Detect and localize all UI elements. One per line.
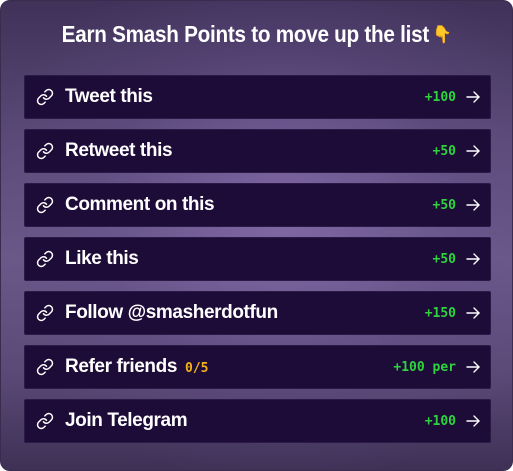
task-row-tweet[interactable]: Tweet this +100 bbox=[24, 75, 491, 119]
task-points: +100 bbox=[424, 89, 456, 105]
arrow-right-icon bbox=[466, 415, 480, 427]
link-icon bbox=[36, 304, 54, 322]
task-label: Join Telegram bbox=[65, 410, 188, 431]
link-icon bbox=[36, 88, 54, 106]
task-points: +150 bbox=[424, 305, 456, 321]
task-list: Tweet this +100 Retweet this +50 Comment… bbox=[24, 75, 491, 453]
task-row-follow[interactable]: Follow @smasherdotfun +150 bbox=[24, 291, 491, 335]
arrow-right-icon bbox=[466, 199, 480, 211]
task-points: +50 bbox=[432, 251, 456, 267]
link-icon bbox=[36, 250, 54, 268]
task-points: +100 bbox=[424, 413, 456, 429]
point-down-emoji-icon: 👇 bbox=[432, 25, 452, 45]
task-row-telegram[interactable]: Join Telegram +100 bbox=[24, 399, 491, 443]
task-row-comment[interactable]: Comment on this +50 bbox=[24, 183, 491, 227]
link-icon bbox=[36, 142, 54, 160]
link-icon bbox=[36, 412, 54, 430]
earn-points-panel: Earn Smash Points to move up the list 👇 T… bbox=[0, 0, 513, 471]
arrow-right-icon bbox=[466, 307, 480, 319]
task-row-refer[interactable]: Refer friends 0/5 +100 per bbox=[24, 345, 491, 389]
task-label: Comment on this bbox=[65, 194, 215, 215]
task-label: Follow @smasherdotfun bbox=[65, 302, 278, 323]
task-points: +50 bbox=[432, 197, 456, 213]
task-label: Refer friends bbox=[65, 356, 178, 377]
task-label: Like this bbox=[65, 248, 139, 269]
task-points: +100 per bbox=[393, 359, 456, 375]
task-points: +50 bbox=[432, 143, 456, 159]
panel-title: Earn Smash Points to move up the list 👇 bbox=[27, 21, 487, 55]
arrow-right-icon bbox=[466, 91, 480, 103]
arrow-right-icon bbox=[466, 361, 480, 373]
link-icon bbox=[36, 358, 54, 376]
arrow-right-icon bbox=[466, 145, 480, 157]
arrow-right-icon bbox=[466, 253, 480, 265]
panel-title-text: Earn Smash Points to move up the list bbox=[61, 21, 430, 47]
referral-progress: 0/5 bbox=[185, 361, 209, 376]
task-label: Tweet this bbox=[65, 86, 153, 107]
task-label: Retweet this bbox=[65, 140, 173, 161]
link-icon bbox=[36, 196, 54, 214]
task-row-like[interactable]: Like this +50 bbox=[24, 237, 491, 281]
task-row-retweet[interactable]: Retweet this +50 bbox=[24, 129, 491, 173]
